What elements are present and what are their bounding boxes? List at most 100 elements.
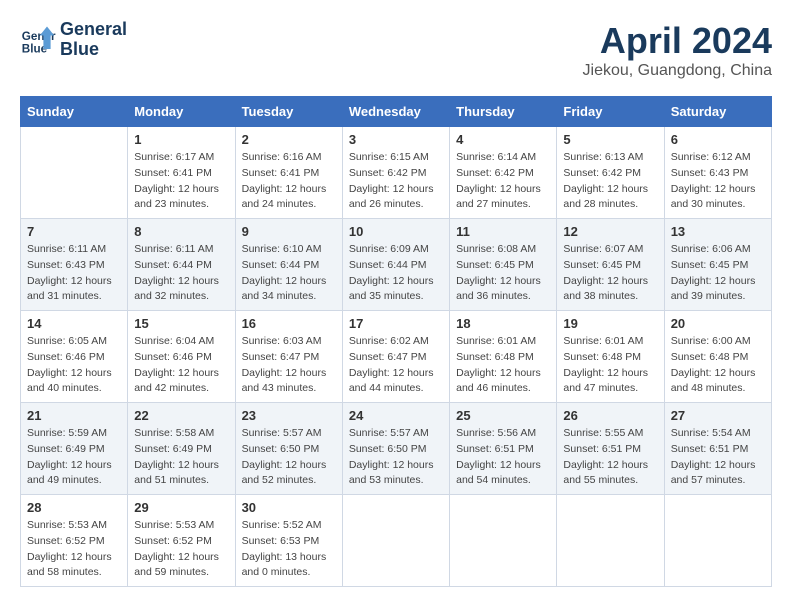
weekday-header: Saturday	[664, 97, 771, 127]
day-info: Sunrise: 6:03 AM Sunset: 6:47 PM Dayligh…	[242, 334, 336, 397]
sunrise-label: Sunrise: 5:56 AM	[456, 427, 536, 439]
sunset-label: Sunset: 6:45 PM	[671, 259, 749, 271]
day-info: Sunrise: 5:58 AM Sunset: 6:49 PM Dayligh…	[134, 426, 228, 489]
day-info: Sunrise: 6:12 AM Sunset: 6:43 PM Dayligh…	[671, 150, 765, 213]
sunset-label: Sunset: 6:45 PM	[456, 259, 534, 271]
calendar-cell	[450, 495, 557, 587]
sunset-label: Sunset: 6:50 PM	[349, 443, 427, 455]
day-info: Sunrise: 6:08 AM Sunset: 6:45 PM Dayligh…	[456, 242, 550, 305]
title-section: April 2024 Jiekou, Guangdong, China	[583, 20, 772, 80]
day-info: Sunrise: 5:55 AM Sunset: 6:51 PM Dayligh…	[563, 426, 657, 489]
day-info: Sunrise: 6:06 AM Sunset: 6:45 PM Dayligh…	[671, 242, 765, 305]
weekday-header: Thursday	[450, 97, 557, 127]
day-number: 14	[27, 316, 121, 331]
daylight-label: Daylight: 12 hours and 53 minutes.	[349, 459, 434, 487]
day-info: Sunrise: 6:11 AM Sunset: 6:44 PM Dayligh…	[134, 242, 228, 305]
daylight-label: Daylight: 12 hours and 55 minutes.	[563, 459, 648, 487]
sunset-label: Sunset: 6:51 PM	[671, 443, 749, 455]
day-info: Sunrise: 6:01 AM Sunset: 6:48 PM Dayligh…	[456, 334, 550, 397]
sunrise-label: Sunrise: 6:16 AM	[242, 151, 322, 163]
sunrise-label: Sunrise: 5:53 AM	[134, 519, 214, 531]
daylight-label: Daylight: 12 hours and 49 minutes.	[27, 459, 112, 487]
day-number: 20	[671, 316, 765, 331]
daylight-label: Daylight: 12 hours and 57 minutes.	[671, 459, 756, 487]
sunrise-label: Sunrise: 6:02 AM	[349, 335, 429, 347]
logo-line1: General	[60, 19, 127, 39]
calendar-cell: 1 Sunrise: 6:17 AM Sunset: 6:41 PM Dayli…	[128, 127, 235, 219]
day-number: 10	[349, 224, 443, 239]
day-info: Sunrise: 6:15 AM Sunset: 6:42 PM Dayligh…	[349, 150, 443, 213]
day-info: Sunrise: 6:07 AM Sunset: 6:45 PM Dayligh…	[563, 242, 657, 305]
calendar-week-row: 7 Sunrise: 6:11 AM Sunset: 6:43 PM Dayli…	[21, 219, 772, 311]
sunset-label: Sunset: 6:44 PM	[242, 259, 320, 271]
sunrise-label: Sunrise: 6:03 AM	[242, 335, 322, 347]
sunrise-label: Sunrise: 6:15 AM	[349, 151, 429, 163]
day-info: Sunrise: 6:17 AM Sunset: 6:41 PM Dayligh…	[134, 150, 228, 213]
sunrise-label: Sunrise: 6:11 AM	[134, 243, 213, 255]
daylight-label: Daylight: 12 hours and 54 minutes.	[456, 459, 541, 487]
weekday-header: Monday	[128, 97, 235, 127]
day-number: 21	[27, 408, 121, 423]
calendar-cell: 12 Sunrise: 6:07 AM Sunset: 6:45 PM Dayl…	[557, 219, 664, 311]
sunrise-label: Sunrise: 6:17 AM	[134, 151, 214, 163]
sunrise-label: Sunrise: 6:05 AM	[27, 335, 107, 347]
sunset-label: Sunset: 6:52 PM	[134, 535, 212, 547]
daylight-label: Daylight: 12 hours and 40 minutes.	[27, 367, 112, 395]
day-info: Sunrise: 6:16 AM Sunset: 6:41 PM Dayligh…	[242, 150, 336, 213]
day-number: 12	[563, 224, 657, 239]
daylight-label: Daylight: 12 hours and 26 minutes.	[349, 183, 434, 211]
sunrise-label: Sunrise: 6:04 AM	[134, 335, 214, 347]
day-info: Sunrise: 6:11 AM Sunset: 6:43 PM Dayligh…	[27, 242, 121, 305]
sunset-label: Sunset: 6:44 PM	[134, 259, 212, 271]
calendar-cell: 15 Sunrise: 6:04 AM Sunset: 6:46 PM Dayl…	[128, 311, 235, 403]
day-number: 22	[134, 408, 228, 423]
sunrise-label: Sunrise: 6:13 AM	[563, 151, 643, 163]
sunset-label: Sunset: 6:42 PM	[349, 167, 427, 179]
sunset-label: Sunset: 6:41 PM	[134, 167, 212, 179]
calendar-cell: 29 Sunrise: 5:53 AM Sunset: 6:52 PM Dayl…	[128, 495, 235, 587]
daylight-label: Daylight: 12 hours and 52 minutes.	[242, 459, 327, 487]
calendar-cell	[557, 495, 664, 587]
day-info: Sunrise: 5:54 AM Sunset: 6:51 PM Dayligh…	[671, 426, 765, 489]
logo: General Blue General Blue	[20, 20, 127, 60]
sunset-label: Sunset: 6:44 PM	[349, 259, 427, 271]
sunrise-label: Sunrise: 6:11 AM	[27, 243, 106, 255]
calendar-cell: 23 Sunrise: 5:57 AM Sunset: 6:50 PM Dayl…	[235, 403, 342, 495]
sunset-label: Sunset: 6:45 PM	[563, 259, 641, 271]
daylight-label: Daylight: 13 hours and 0 minutes.	[242, 551, 327, 579]
day-info: Sunrise: 6:10 AM Sunset: 6:44 PM Dayligh…	[242, 242, 336, 305]
day-info: Sunrise: 5:57 AM Sunset: 6:50 PM Dayligh…	[349, 426, 443, 489]
calendar-cell: 2 Sunrise: 6:16 AM Sunset: 6:41 PM Dayli…	[235, 127, 342, 219]
calendar-cell: 8 Sunrise: 6:11 AM Sunset: 6:44 PM Dayli…	[128, 219, 235, 311]
day-number: 9	[242, 224, 336, 239]
day-number: 26	[563, 408, 657, 423]
sunrise-label: Sunrise: 6:00 AM	[671, 335, 751, 347]
day-info: Sunrise: 5:53 AM Sunset: 6:52 PM Dayligh…	[134, 518, 228, 581]
day-number: 4	[456, 132, 550, 147]
calendar-cell: 25 Sunrise: 5:56 AM Sunset: 6:51 PM Dayl…	[450, 403, 557, 495]
sunset-label: Sunset: 6:48 PM	[563, 351, 641, 363]
sunset-label: Sunset: 6:50 PM	[242, 443, 320, 455]
daylight-label: Daylight: 12 hours and 38 minutes.	[563, 275, 648, 303]
sunset-label: Sunset: 6:43 PM	[27, 259, 105, 271]
daylight-label: Daylight: 12 hours and 46 minutes.	[456, 367, 541, 395]
day-info: Sunrise: 5:57 AM Sunset: 6:50 PM Dayligh…	[242, 426, 336, 489]
calendar-week-row: 1 Sunrise: 6:17 AM Sunset: 6:41 PM Dayli…	[21, 127, 772, 219]
logo-icon: General Blue	[20, 22, 56, 58]
sunrise-label: Sunrise: 6:01 AM	[456, 335, 536, 347]
calendar-week-row: 14 Sunrise: 6:05 AM Sunset: 6:46 PM Dayl…	[21, 311, 772, 403]
sunrise-label: Sunrise: 6:08 AM	[456, 243, 536, 255]
day-info: Sunrise: 6:00 AM Sunset: 6:48 PM Dayligh…	[671, 334, 765, 397]
location: Jiekou, Guangdong, China	[583, 62, 772, 80]
sunrise-label: Sunrise: 5:53 AM	[27, 519, 107, 531]
sunset-label: Sunset: 6:41 PM	[242, 167, 320, 179]
day-info: Sunrise: 6:01 AM Sunset: 6:48 PM Dayligh…	[563, 334, 657, 397]
calendar-cell: 19 Sunrise: 6:01 AM Sunset: 6:48 PM Dayl…	[557, 311, 664, 403]
calendar-cell: 10 Sunrise: 6:09 AM Sunset: 6:44 PM Dayl…	[342, 219, 449, 311]
calendar-cell: 3 Sunrise: 6:15 AM Sunset: 6:42 PM Dayli…	[342, 127, 449, 219]
sunrise-label: Sunrise: 6:09 AM	[349, 243, 429, 255]
daylight-label: Daylight: 12 hours and 27 minutes.	[456, 183, 541, 211]
day-info: Sunrise: 5:52 AM Sunset: 6:53 PM Dayligh…	[242, 518, 336, 581]
day-info: Sunrise: 6:13 AM Sunset: 6:42 PM Dayligh…	[563, 150, 657, 213]
calendar-cell: 22 Sunrise: 5:58 AM Sunset: 6:49 PM Dayl…	[128, 403, 235, 495]
